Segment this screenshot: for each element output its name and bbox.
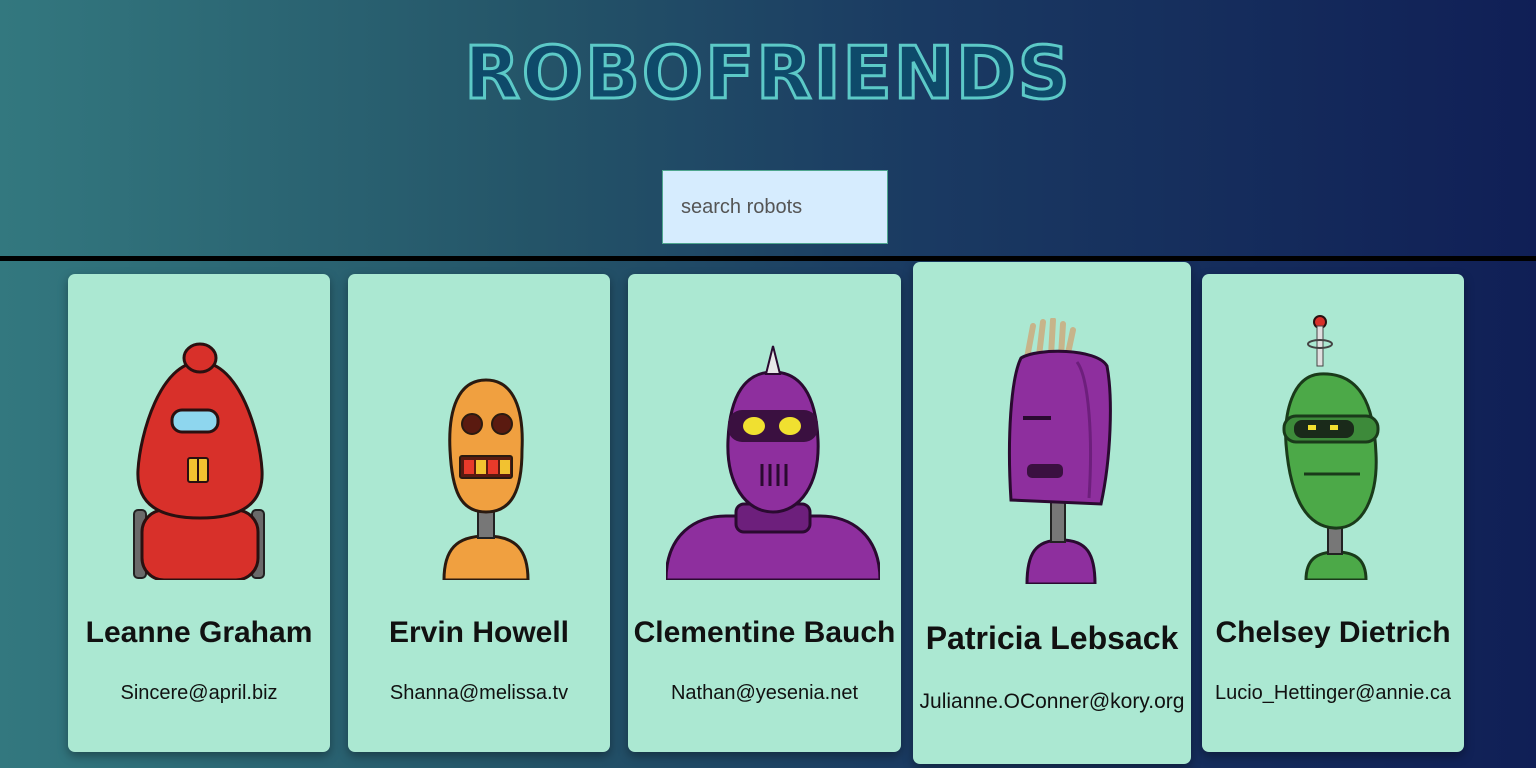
header: ROBOFRIENDS — [0, 0, 1536, 256]
robot-email: Julianne.OConner@kory.org — [919, 690, 1185, 713]
robot-email: Shanna@melissa.tv — [389, 682, 569, 704]
robot-name: Leanne Graham — [85, 616, 313, 649]
search-input[interactable] — [662, 170, 888, 244]
robot-name: Ervin Howell — [388, 616, 570, 649]
orange-robot-icon — [442, 378, 530, 580]
app-title: ROBOFRIENDS — [463, 30, 1072, 117]
robot-name: Patricia Lebsack — [925, 620, 1179, 656]
robot-card[interactable]: Chelsey Dietrich Lucio_Hettinger@annie.c… — [1202, 274, 1464, 752]
purple-robot-icon — [666, 345, 880, 580]
header-divider — [0, 256, 1536, 261]
robot-card[interactable]: Clementine Bauch Nathan@yesenia.net — [628, 274, 901, 752]
red-robot-icon — [133, 342, 265, 580]
robot-card[interactable]: Leanne Graham Sincere@april.biz — [68, 274, 330, 752]
robot-card[interactable]: Ervin Howell Shanna@melissa.tv — [348, 274, 610, 752]
robot-name: Chelsey Dietrich — [1215, 616, 1451, 649]
robot-email: Nathan@yesenia.net — [670, 682, 859, 704]
robot-email: Sincere@april.biz — [120, 682, 278, 704]
robot-card[interactable]: Patricia Lebsack Julianne.OConner@kory.o… — [913, 262, 1191, 764]
purple-robot-icon — [1007, 318, 1112, 584]
robot-email: Lucio_Hettinger@annie.ca — [1214, 682, 1451, 704]
robot-name: Clementine Bauch — [633, 616, 896, 649]
green-robot-icon — [1282, 315, 1380, 580]
